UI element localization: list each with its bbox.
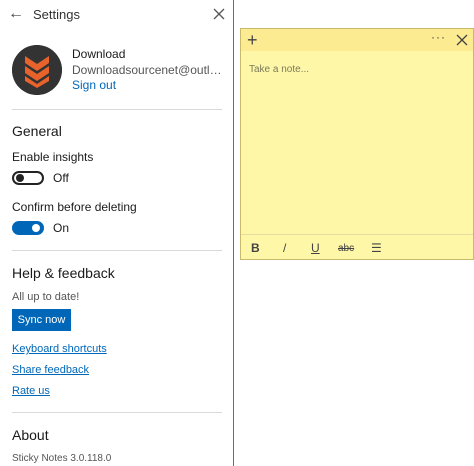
confirm-delete-label: Confirm before deleting — [12, 200, 137, 214]
close-note-icon[interactable] — [456, 33, 468, 47]
settings-panel: ← Settings Download Downloadsourcenet@ou… — [0, 0, 233, 466]
underline-button[interactable]: U — [311, 241, 320, 255]
close-icon[interactable] — [213, 6, 225, 22]
version-text: Sticky Notes 3.0.118.0 — [12, 453, 112, 464]
sign-out-link[interactable]: Sign out — [72, 78, 116, 92]
share-feedback-link[interactable]: Share feedback — [12, 364, 89, 376]
sync-now-button[interactable]: Sync now — [12, 309, 71, 331]
toggle-knob — [16, 174, 24, 182]
back-arrow-icon[interactable]: ← — [8, 5, 24, 23]
divider — [12, 250, 222, 251]
rate-us-link[interactable]: Rate us — [12, 385, 50, 397]
bullet-list-icon[interactable]: ☰ — [371, 241, 382, 255]
settings-title: Settings — [33, 7, 80, 22]
new-note-plus-icon[interactable]: + — [247, 31, 258, 49]
divider — [12, 109, 222, 110]
download-logo-icon — [12, 45, 62, 95]
sticky-note: + ··· B / U abc ☰ — [240, 28, 474, 260]
enable-insights-label: Enable insights — [12, 150, 94, 164]
enable-insights-state: Off — [53, 171, 69, 185]
toggle-knob — [32, 224, 40, 232]
account-email: Downloadsourcenet@outlook.com — [72, 63, 222, 77]
help-heading: Help & feedback — [12, 265, 115, 281]
confirm-delete-state: On — [53, 221, 70, 235]
enable-insights-toggle[interactable] — [12, 171, 44, 185]
settings-header: ← Settings — [0, 0, 233, 30]
bold-button[interactable]: B — [251, 241, 260, 255]
about-heading: About — [12, 427, 49, 443]
note-header: + ··· — [241, 29, 473, 51]
confirm-delete-toggle[interactable] — [12, 221, 44, 235]
italic-button[interactable]: / — [283, 241, 286, 255]
more-options-icon[interactable]: ··· — [431, 30, 446, 44]
account-name: Download — [72, 47, 126, 61]
divider — [12, 412, 222, 413]
note-text-input[interactable] — [249, 64, 459, 75]
format-toolbar: B / U abc ☰ — [241, 234, 473, 261]
update-status: All up to date! — [12, 291, 80, 303]
panel-divider — [233, 0, 234, 466]
general-heading: General — [12, 123, 62, 139]
keyboard-shortcuts-link[interactable]: Keyboard shortcuts — [12, 343, 107, 355]
strikethrough-button[interactable]: abc — [338, 243, 354, 254]
avatar — [12, 45, 62, 95]
